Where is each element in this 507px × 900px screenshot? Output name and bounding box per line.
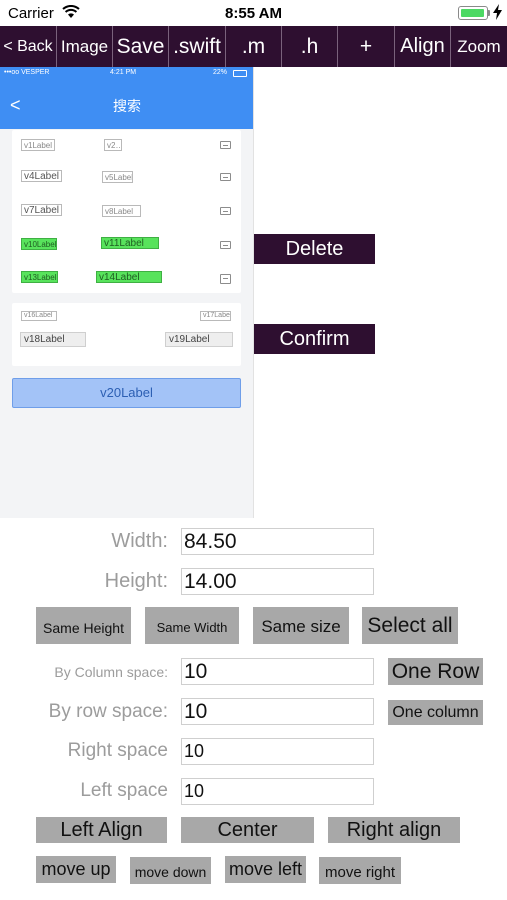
preview-label[interactable]: v16Label [21,311,57,321]
height-field[interactable]: 14.00 [181,568,374,595]
preview-label-selected[interactable]: v11Label [101,237,159,249]
right-space-field[interactable]: 10 [181,738,374,765]
left-space-field[interactable]: 10 [181,778,374,805]
status-time: 8:55 AM [225,5,282,22]
status-bar: Carrier 8:55 AM [0,0,507,26]
width-field[interactable]: 84.50 [181,528,374,555]
move-right-button[interactable]: move right [319,857,401,884]
right-space-label: Right space [67,740,168,761]
same-width-button[interactable]: Same Width [145,607,239,644]
battery-tip [488,10,490,16]
move-left-button[interactable]: move left [225,856,306,883]
preview-row-icon [220,274,231,284]
back-button[interactable]: < Back [0,26,57,67]
align-button[interactable]: Align [395,26,451,67]
width-label: Width: [111,530,168,552]
preview-chip[interactable]: v19Label [165,332,233,347]
preview-label[interactable]: v5Label [102,171,133,183]
charging-bolt-icon [493,4,502,20]
preview-row-icon [220,207,231,215]
preview-chip[interactable]: v18Label [20,332,86,347]
preview-label[interactable]: v7Label [21,204,63,216]
preview-label[interactable]: v1Label [21,139,56,151]
preview-label-selected[interactable]: v13Label [21,271,58,283]
add-button[interactable]: + [338,26,395,67]
preview-carrier: •••oo VESPER [4,69,50,76]
right-align-button[interactable]: Right align [328,817,460,843]
one-row-button[interactable]: One Row [388,658,483,685]
preview-list-card: v1Label v2… v4Label v5Label v7Label v8La… [12,130,241,293]
top-toolbar: < Back Image Save .swift .m .h + Align Z… [0,26,507,67]
design-preview[interactable]: •••oo VESPER 4:21 PM 22% < 搜索 v1Label v2… [0,67,254,518]
row-space-label: By row space: [48,701,168,722]
same-height-button[interactable]: Same Height [36,607,131,644]
preview-label[interactable]: v4Label [21,170,63,182]
preview-nav-bar: < 搜索 [0,81,253,129]
preview-battery-icon [233,70,247,77]
move-down-button[interactable]: move down [130,857,211,884]
center-button[interactable]: Center [181,817,314,843]
delete-button[interactable]: Delete [254,234,375,264]
preview-row-icon [220,141,231,149]
same-size-button[interactable]: Same size [253,607,349,644]
column-space-field[interactable]: 10 [181,658,374,685]
m-file-button[interactable]: .m [226,26,282,67]
preview-row-icon [220,173,231,181]
preview-label-selected[interactable]: v10Label [21,238,57,250]
confirm-button[interactable]: Confirm [254,324,375,354]
row-space-field[interactable]: 10 [181,698,374,725]
height-label: Height: [104,570,168,592]
preview-time: 4:21 PM [110,69,137,76]
zoom-button[interactable]: Zoom [451,26,507,67]
preview-footer-card: v16Label v17Label v18Label v19Label [12,303,241,366]
preview-battery-text: 22% [213,69,228,76]
preview-row-icon [220,241,231,249]
preview-label[interactable]: v17Label [200,311,231,321]
h-file-button[interactable]: .h [282,26,338,67]
save-button[interactable]: Save [113,26,169,67]
preview-label-selected[interactable]: v14Label [96,271,162,283]
left-align-button[interactable]: Left Align [36,817,167,843]
preview-label[interactable]: v8Label [102,205,141,217]
move-up-button[interactable]: move up [36,856,116,883]
left-space-label: Left space [80,780,168,801]
battery-icon [458,6,488,20]
image-button[interactable]: Image [57,26,113,67]
one-column-button[interactable]: One column [388,700,483,725]
swift-button[interactable]: .swift [169,26,226,67]
select-all-button[interactable]: Select all [362,607,458,644]
column-space-label: By Column space: [54,664,168,680]
preview-main-button[interactable]: v20Label [12,378,241,408]
preview-title: 搜索 [113,98,141,114]
preview-label[interactable]: v2… [104,139,122,151]
preview-status-bar: •••oo VESPER 4:21 PM 22% [0,67,253,81]
